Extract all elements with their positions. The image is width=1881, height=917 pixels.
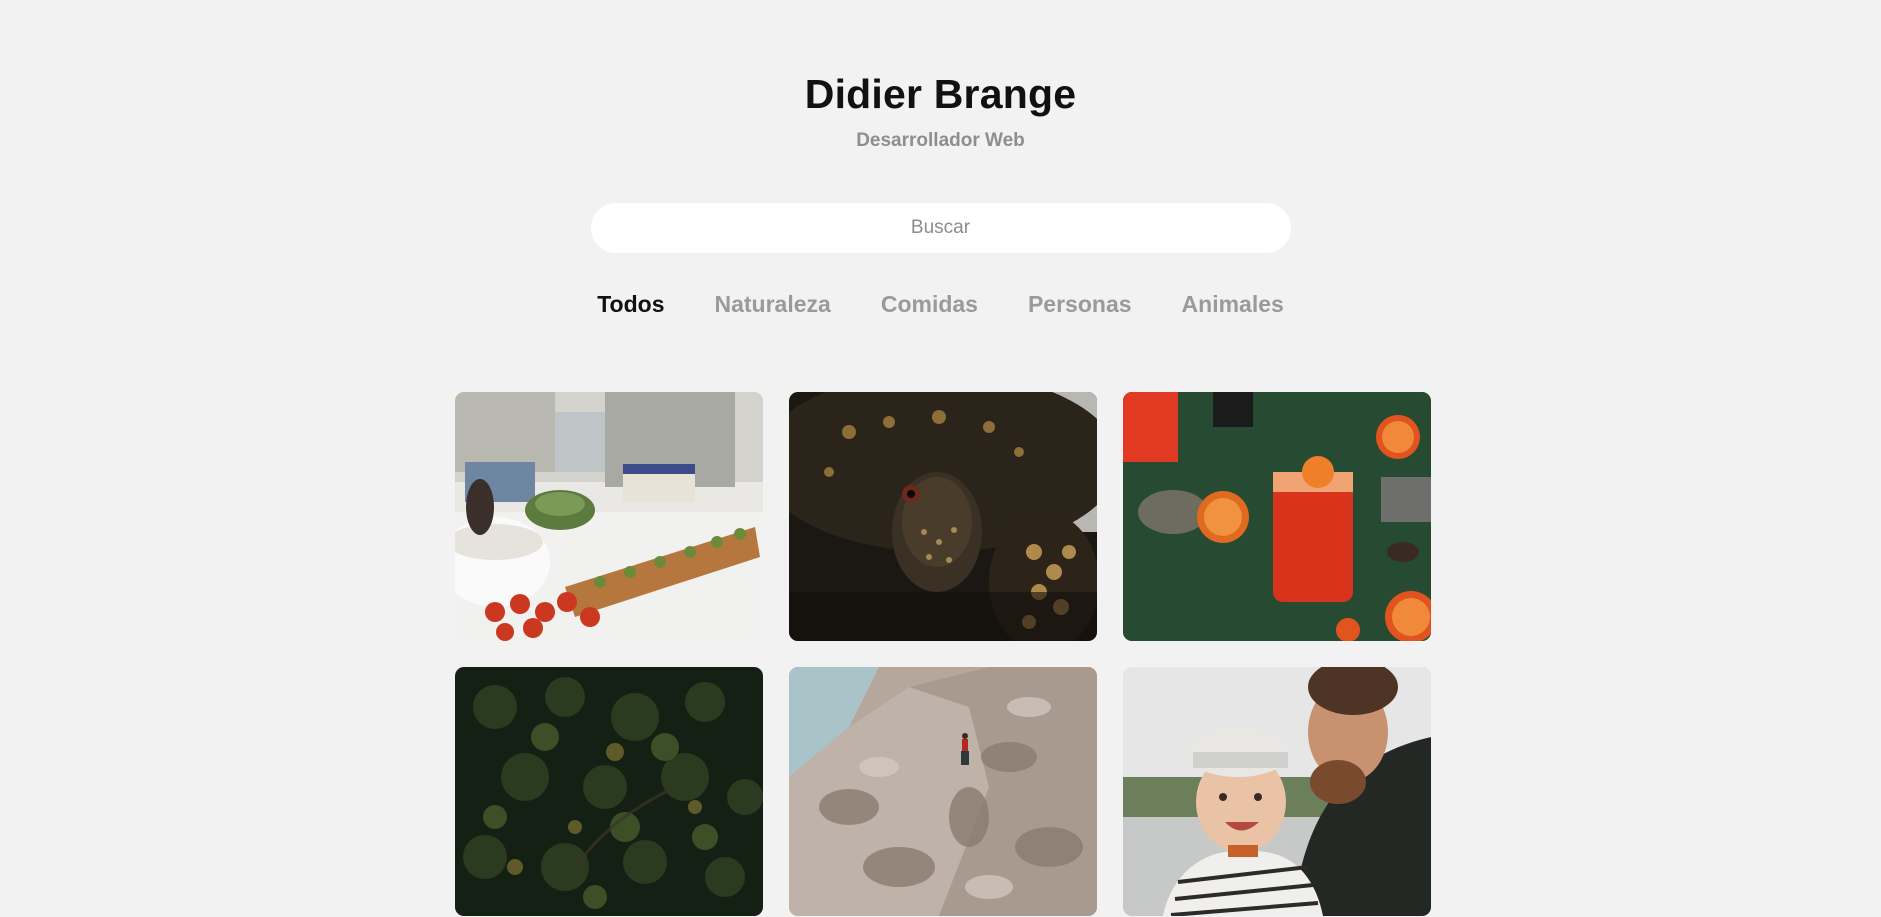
page-title: Didier Brange	[804, 71, 1077, 117]
page-header: Didier Brange Desarrollador Web	[0, 0, 1881, 152]
cocktail-image	[1123, 392, 1431, 641]
search-input[interactable]	[590, 203, 1291, 253]
filter-naturaleza[interactable]: Naturaleza	[715, 290, 831, 318]
gallery-photo-climber[interactable]	[789, 667, 1097, 916]
search-bar	[0, 203, 1881, 253]
photo-gallery	[455, 392, 1431, 916]
gallery-photo-cocktail[interactable]	[1123, 392, 1431, 641]
gallery-photo-forest[interactable]	[455, 667, 763, 916]
forest-image	[455, 667, 763, 916]
turtle-image	[789, 392, 1097, 641]
gallery-photo-cooking[interactable]	[455, 392, 763, 641]
climber-image	[789, 667, 1097, 916]
filter-animales[interactable]: Animales	[1182, 290, 1284, 318]
cooking-image	[455, 392, 763, 641]
filter-personas[interactable]: Personas	[1028, 290, 1132, 318]
page-subtitle: Desarrollador Web	[856, 130, 1025, 151]
filter-todos[interactable]: Todos	[597, 290, 664, 318]
category-filters: Todos Naturaleza Comidas Personas Animal…	[0, 290, 1881, 318]
gallery-photo-family[interactable]	[1123, 667, 1431, 916]
gallery-photo-turtle[interactable]	[789, 392, 1097, 641]
filter-comidas[interactable]: Comidas	[881, 290, 978, 318]
family-image	[1123, 667, 1431, 916]
